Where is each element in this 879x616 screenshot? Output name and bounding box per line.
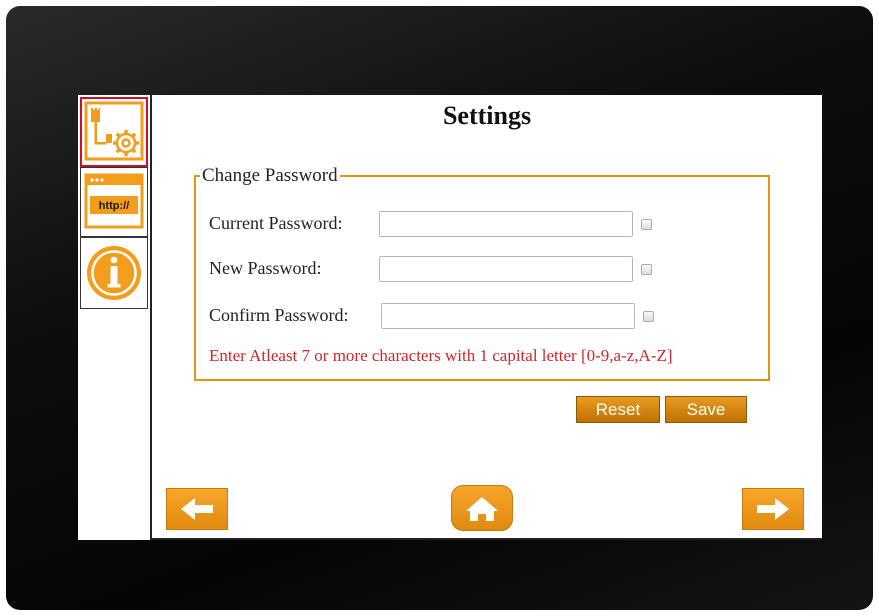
arrow-left-icon (181, 498, 213, 520)
show-confirm-password-checkbox[interactable] (643, 311, 654, 322)
bottom-border (150, 538, 822, 540)
back-button[interactable] (166, 488, 228, 530)
sidebar-item-network-settings[interactable] (80, 97, 148, 167)
arrow-right-icon (757, 498, 789, 520)
sidebar: http:// (78, 95, 150, 540)
screen: http:// Settings Change Password Current… (78, 95, 822, 540)
http-icon-text: http:// (99, 200, 130, 212)
sidebar-item-http-settings[interactable]: http:// (80, 167, 148, 237)
show-new-password-checkbox[interactable] (641, 264, 652, 275)
password-hint: Enter Atleast 7 or more characters with … (209, 346, 673, 365)
current-password-row: Current Password: (209, 211, 679, 239)
new-password-input[interactable] (379, 256, 633, 282)
home-icon (466, 497, 498, 521)
new-password-row: New Password: (209, 256, 679, 284)
confirm-password-row: Confirm Password: (209, 303, 679, 331)
current-password-input[interactable] (379, 211, 633, 237)
content-divider (150, 95, 152, 540)
new-password-label: New Password: (209, 258, 322, 278)
info-icon (87, 246, 141, 300)
current-password-label: Current Password: (209, 213, 343, 233)
change-password-legend: Change Password (202, 165, 338, 186)
ethernet-gear-icon (84, 101, 144, 161)
home-button[interactable] (451, 485, 513, 531)
browser-http-icon: http:// (84, 173, 144, 229)
show-current-password-checkbox[interactable] (641, 219, 652, 230)
page-title: Settings (442, 101, 532, 130)
sidebar-item-info[interactable] (80, 237, 148, 309)
confirm-password-input[interactable] (381, 303, 635, 329)
reset-button[interactable]: Reset (576, 396, 660, 423)
save-button[interactable]: Save (665, 396, 747, 423)
confirm-password-label: Confirm Password: (209, 305, 349, 325)
next-button[interactable] (742, 488, 804, 530)
